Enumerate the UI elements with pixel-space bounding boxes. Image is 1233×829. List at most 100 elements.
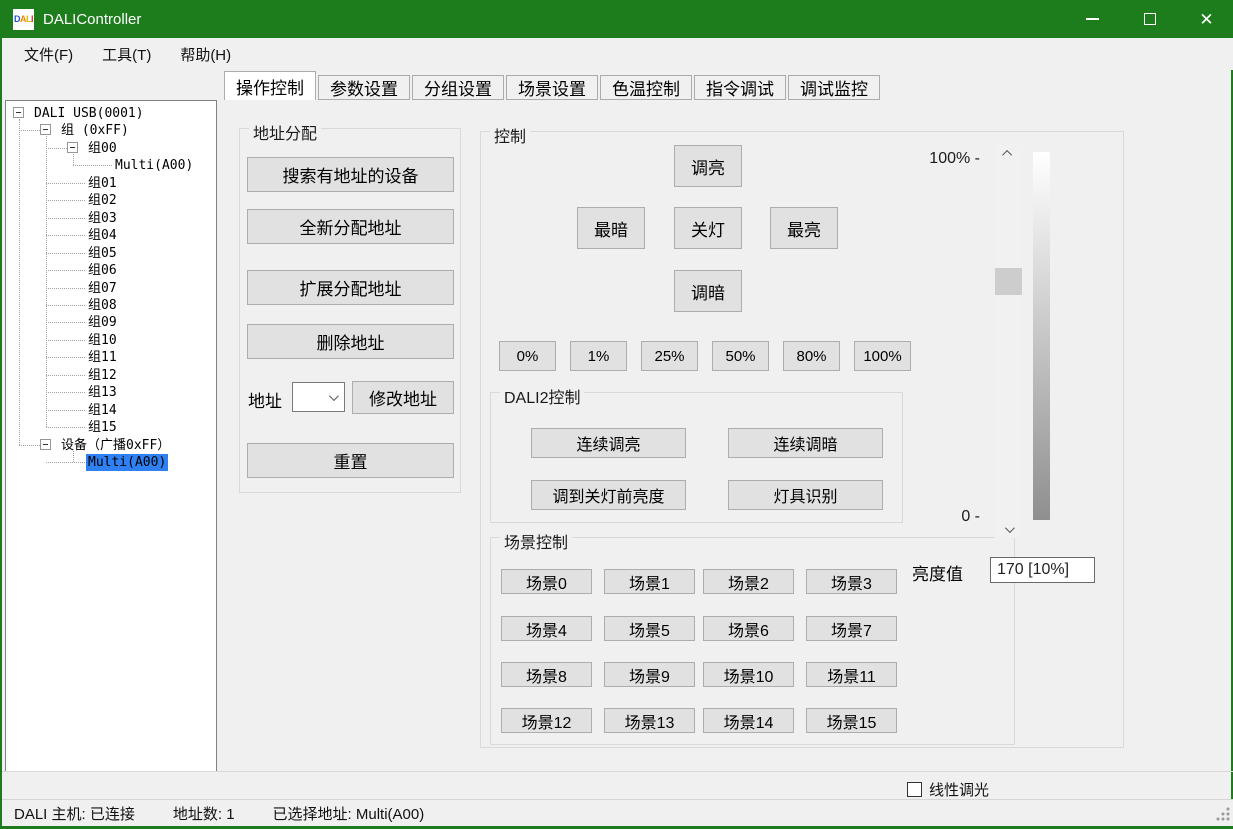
tab-strip: 操作控制参数设置分组设置场景设置色温控制指令调试调试监控 xyxy=(224,71,882,100)
tree-item[interactable]: 组00 xyxy=(88,140,117,157)
tree-item[interactable]: 组13 xyxy=(88,384,117,401)
percent-button-0[interactable]: 0% xyxy=(499,341,556,371)
tree-item[interactable]: 组08 xyxy=(88,297,117,314)
scene-button-1[interactable]: 场景1 xyxy=(604,569,695,594)
scene-button-13[interactable]: 场景13 xyxy=(604,708,695,733)
scene-button-15[interactable]: 场景15 xyxy=(806,708,897,733)
status-bar: DALI 主机: 已连接 地址数: 1 已选择地址: Multi(A00) xyxy=(2,799,1233,829)
tree-connector xyxy=(46,375,85,376)
tree-item[interactable]: 组15 xyxy=(88,419,117,436)
address-group-title: 地址分配 xyxy=(249,120,321,144)
app-icon: DALI xyxy=(13,9,34,30)
brightness-value-field[interactable]: 170 [10%] xyxy=(990,557,1095,583)
status-address-count: 地址数: 1 xyxy=(173,803,235,824)
brightness-scrollbar[interactable] xyxy=(995,145,1022,538)
close-button[interactable]: ✕ xyxy=(1178,0,1233,38)
resize-grip-icon[interactable] xyxy=(1216,807,1230,821)
percent-button-50[interactable]: 50% xyxy=(712,341,769,371)
tab-3[interactable]: 场景设置 xyxy=(506,75,598,100)
scene-button-0[interactable]: 场景0 xyxy=(501,569,592,594)
scene-button-7[interactable]: 场景7 xyxy=(806,616,897,641)
scene-button-2[interactable]: 场景2 xyxy=(703,569,794,594)
lamp-identify-button[interactable]: 灯具识别 xyxy=(728,480,883,510)
tab-2[interactable]: 分组设置 xyxy=(412,75,504,100)
reset-button[interactable]: 重置 xyxy=(247,443,454,478)
tree-item[interactable]: 组06 xyxy=(88,262,117,279)
continuous-brighten-button[interactable]: 连续调亮 xyxy=(531,428,686,458)
tree-item[interactable]: 组02 xyxy=(88,192,117,209)
tree-item[interactable]: 组12 xyxy=(88,367,117,384)
tree-item[interactable]: 组07 xyxy=(88,280,117,297)
brightest-button[interactable]: 最亮 xyxy=(770,207,838,249)
tree-item[interactable]: 设备（广播0xFF） xyxy=(61,437,170,454)
modify-address-button[interactable]: 修改地址 xyxy=(352,381,454,414)
assign-new-address-button[interactable]: 全新分配地址 xyxy=(247,209,454,244)
status-selected-address: 已选择地址: Multi(A00) xyxy=(273,803,425,824)
brighten-button[interactable]: 调亮 xyxy=(674,145,742,187)
scene-button-5[interactable]: 场景5 xyxy=(604,616,695,641)
scroll-up-button[interactable] xyxy=(995,145,1022,162)
tree-expander-icon[interactable] xyxy=(67,142,78,153)
scene-button-14[interactable]: 场景14 xyxy=(703,708,794,733)
slider-max-label: 100% - xyxy=(902,150,980,168)
percent-button-100[interactable]: 100% xyxy=(854,341,911,371)
delete-address-button[interactable]: 删除地址 xyxy=(247,324,454,359)
tree-item[interactable]: 组10 xyxy=(88,332,117,349)
tree-item[interactable]: 组04 xyxy=(88,227,117,244)
percent-button-25[interactable]: 25% xyxy=(641,341,698,371)
linear-dimming-checkbox[interactable] xyxy=(907,782,922,797)
title-bar: DALI DALIController ✕ xyxy=(2,0,1233,38)
percent-button-1[interactable]: 1% xyxy=(570,341,627,371)
tree-item[interactable]: 组05 xyxy=(88,245,117,262)
menu-item-1[interactable]: 工具(T) xyxy=(102,44,151,65)
scene-button-10[interactable]: 场景10 xyxy=(703,662,794,687)
linear-dimming-option: 线性调光 xyxy=(907,779,989,800)
scene-button-6[interactable]: 场景6 xyxy=(703,616,794,641)
restore-pre-off-level-button[interactable]: 调到关灯前亮度 xyxy=(531,480,686,510)
tree-item[interactable]: 组 (0xFF) xyxy=(61,122,129,139)
tree-item[interactable]: DALI USB(0001) xyxy=(34,105,144,122)
tree-connector xyxy=(46,148,67,149)
menu-item-2[interactable]: 帮助(H) xyxy=(180,44,231,65)
scene-button-3[interactable]: 场景3 xyxy=(806,569,897,594)
content-divider xyxy=(2,771,1233,772)
linear-dimming-label: 线性调光 xyxy=(929,779,989,800)
tree-expander-icon[interactable] xyxy=(40,124,51,135)
tree-item[interactable]: 组14 xyxy=(88,402,117,419)
tab-0[interactable]: 操作控制 xyxy=(224,71,316,100)
tree-item[interactable]: Multi(A00) xyxy=(86,454,168,471)
scrollbar-thumb[interactable] xyxy=(995,268,1022,295)
dimmest-button[interactable]: 最暗 xyxy=(577,207,645,249)
tab-6[interactable]: 调试监控 xyxy=(788,75,880,100)
scene-button-9[interactable]: 场景9 xyxy=(604,662,695,687)
control-group-title: 控制 xyxy=(490,123,530,147)
scroll-down-button[interactable] xyxy=(995,521,1022,538)
tab-5[interactable]: 指令调试 xyxy=(694,75,786,100)
extend-assign-address-button[interactable]: 扩展分配地址 xyxy=(247,270,454,305)
tree-item[interactable]: 组01 xyxy=(88,175,117,192)
continuous-darken-button[interactable]: 连续调暗 xyxy=(728,428,883,458)
tree-item[interactable]: 组11 xyxy=(88,349,117,366)
device-tree[interactable]: DALI USB(0001)组 (0xFF)组00Multi(A00)组01组0… xyxy=(5,100,217,772)
tree-item[interactable]: 组03 xyxy=(88,210,117,227)
maximize-button[interactable] xyxy=(1121,0,1178,38)
percent-button-80[interactable]: 80% xyxy=(783,341,840,371)
chevron-down-icon xyxy=(329,391,339,401)
minimize-button[interactable] xyxy=(1064,0,1121,38)
tree-item[interactable]: Multi(A00) xyxy=(115,157,193,174)
tree-item[interactable]: 组09 xyxy=(88,314,117,331)
address-combobox[interactable] xyxy=(292,382,345,412)
scene-button-11[interactable]: 场景11 xyxy=(806,662,897,687)
chevron-up-icon xyxy=(1002,150,1012,160)
search-addressed-devices-button[interactable]: 搜索有地址的设备 xyxy=(247,157,454,192)
tree-expander-icon[interactable] xyxy=(40,439,51,450)
menu-item-0[interactable]: 文件(F) xyxy=(24,44,73,65)
lamp-off-button[interactable]: 关灯 xyxy=(674,207,742,249)
tree-expander-icon[interactable] xyxy=(13,107,24,118)
scene-button-4[interactable]: 场景4 xyxy=(501,616,592,641)
darken-button[interactable]: 调暗 xyxy=(674,270,742,312)
scene-button-8[interactable]: 场景8 xyxy=(501,662,592,687)
tab-4[interactable]: 色温控制 xyxy=(600,75,692,100)
tab-1[interactable]: 参数设置 xyxy=(318,75,410,100)
scene-button-12[interactable]: 场景12 xyxy=(501,708,592,733)
